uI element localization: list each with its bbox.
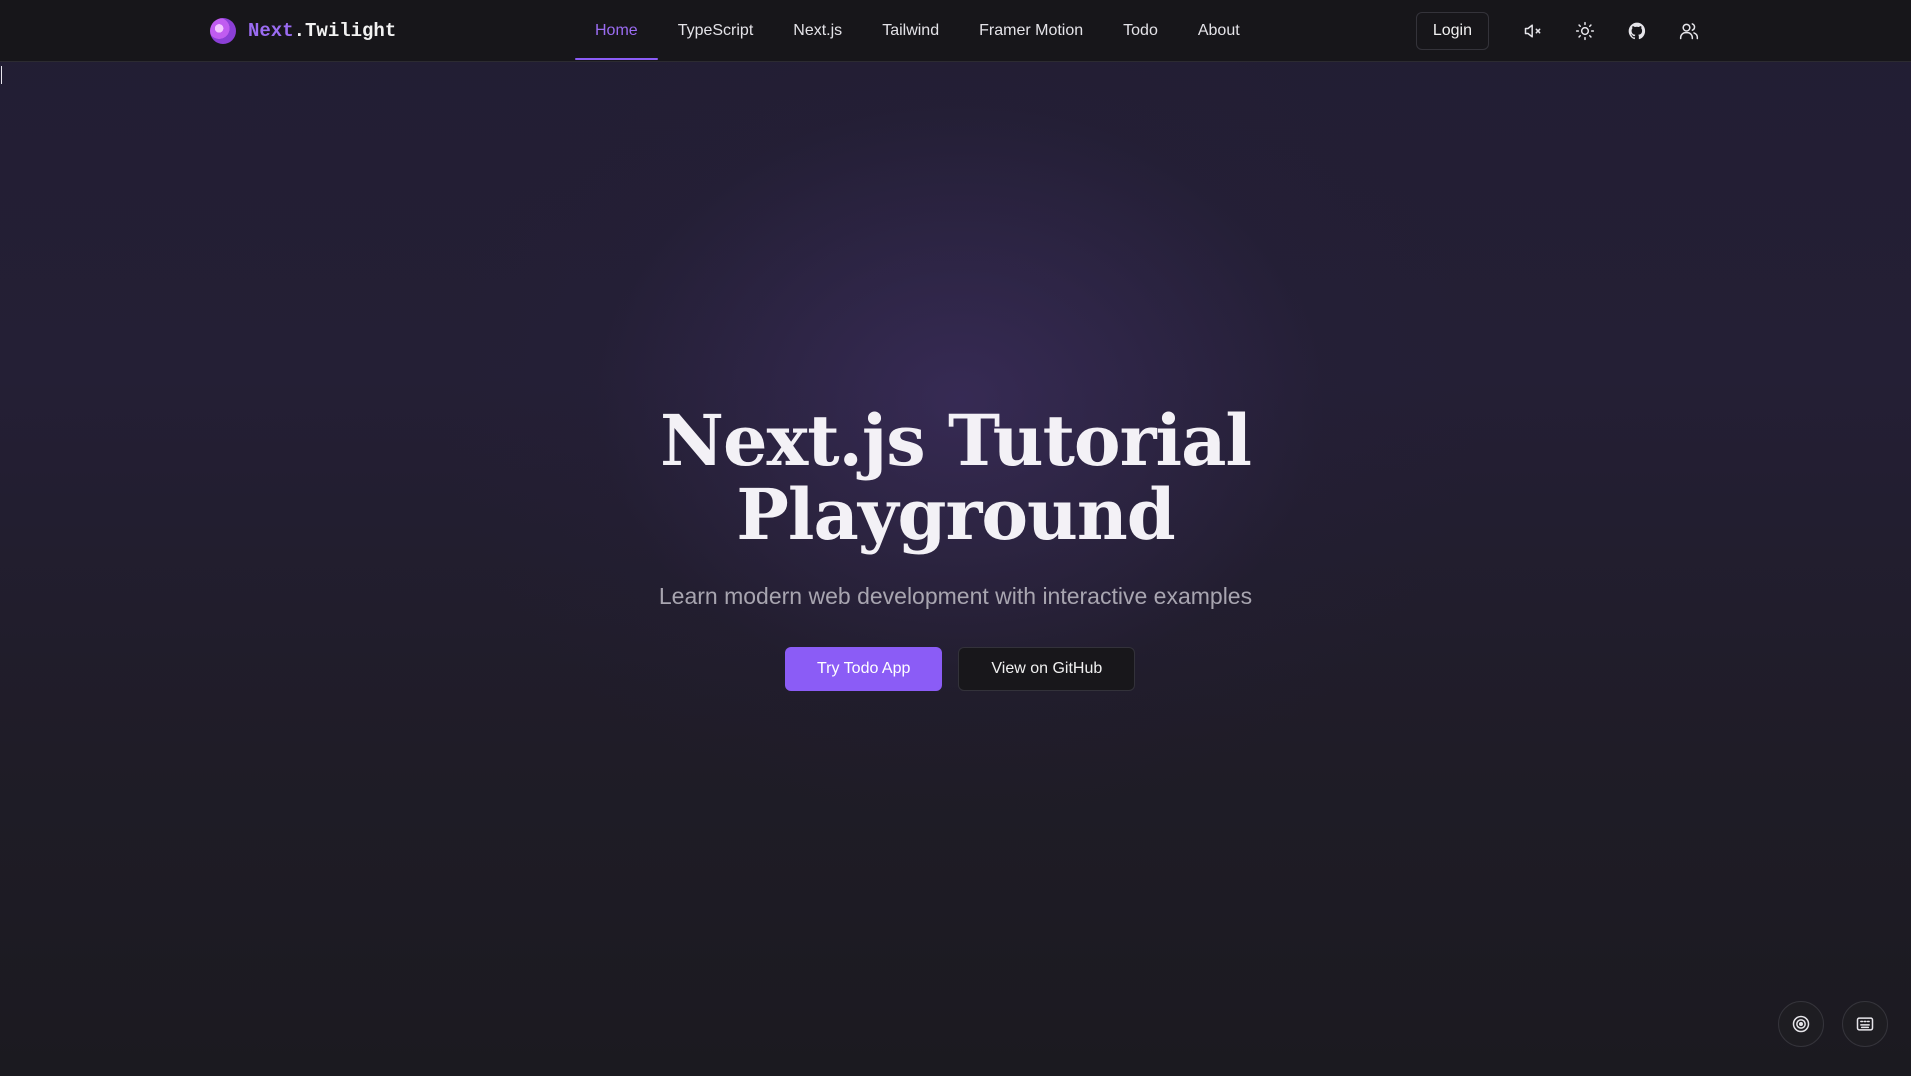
nav-item-nextjs[interactable]: Next.js xyxy=(773,0,862,62)
nav-item-todo[interactable]: Todo xyxy=(1103,0,1178,62)
main-nav: Home TypeScript Next.js Tailwind Framer … xyxy=(575,0,1260,62)
brand-prefix: Next xyxy=(248,20,294,42)
nav-item-home[interactable]: Home xyxy=(575,0,658,62)
nav-item-typescript[interactable]: TypeScript xyxy=(658,0,774,62)
hero-actions: Try Todo App View on GitHub xyxy=(785,647,1136,691)
github-icon[interactable] xyxy=(1615,12,1659,50)
speaker-muted-icon[interactable] xyxy=(1511,12,1555,50)
top-navbar: Next.Twilight Home TypeScript Next.js Ta… xyxy=(0,0,1911,62)
view-on-github-button[interactable]: View on GitHub xyxy=(958,647,1136,691)
login-button[interactable]: Login xyxy=(1415,12,1489,50)
sun-icon[interactable] xyxy=(1563,12,1607,50)
hero-title: Next.js Tutorial Playground xyxy=(0,404,1911,552)
keyboard-icon[interactable] xyxy=(1842,1001,1888,1047)
planet-logo-icon xyxy=(210,18,236,44)
brand-name: Next.Twilight xyxy=(248,20,396,42)
text-cursor xyxy=(1,66,2,84)
page: Next.Twilight Home TypeScript Next.js Ta… xyxy=(0,0,1911,1076)
nav-item-tailwind[interactable]: Tailwind xyxy=(862,0,959,62)
header-tools: Login xyxy=(1415,12,1711,50)
hero-subtitle: Learn modern web development with intera… xyxy=(658,583,1253,609)
users-icon[interactable] xyxy=(1667,12,1711,50)
hero-title-line-1: Next.js Tutorial xyxy=(659,399,1252,482)
hero-title-line-2: Playground xyxy=(736,473,1176,556)
brand-logo[interactable]: Next.Twilight xyxy=(210,18,396,44)
nav-item-about[interactable]: About xyxy=(1178,0,1260,62)
target-icon[interactable] xyxy=(1778,1001,1824,1047)
try-todo-app-button[interactable]: Try Todo App xyxy=(785,647,943,691)
nav-item-framer-motion[interactable]: Framer Motion xyxy=(959,0,1103,62)
brand-suffix: .Twilight xyxy=(293,20,397,42)
